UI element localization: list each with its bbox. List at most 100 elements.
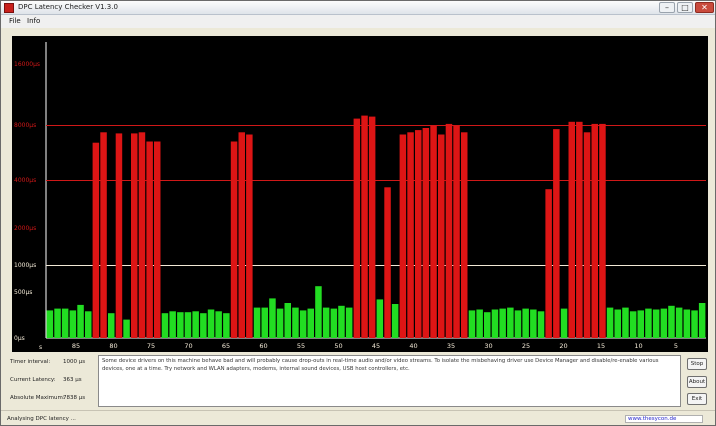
latency-bar [645, 308, 652, 338]
latency-bar-high [384, 187, 391, 338]
latency-bar [322, 307, 330, 338]
latency-chart: 16000µs 8000µs 4000µs 2000µs 1000µs 500µs 0µs 8… [12, 36, 708, 352]
menu-file[interactable]: File [9, 17, 21, 25]
latency-bar [629, 311, 637, 338]
latency-bar [315, 286, 322, 338]
latency-bar [276, 308, 284, 338]
x-tick-label: 15 [597, 342, 605, 350]
x-tick-label: 25 [522, 342, 530, 350]
menu-info[interactable]: Info [27, 17, 40, 25]
latency-bar-high [438, 134, 445, 338]
y-tick-label: 8000µs [14, 122, 36, 129]
latency-bar [184, 312, 192, 338]
latency-bar [269, 298, 276, 338]
about-button[interactable]: About [687, 376, 707, 388]
y-tick-label: 0µs [14, 335, 25, 342]
x-axis-unit-label: s [39, 344, 42, 351]
exit-button[interactable]: Exit [687, 393, 707, 405]
latency-bar-high [568, 121, 575, 338]
latency-bar [491, 309, 499, 338]
latency-bar [499, 308, 506, 338]
latency-bar [200, 313, 207, 338]
latency-bar [169, 311, 176, 338]
latency-bar [376, 299, 384, 338]
latency-bar [284, 303, 291, 338]
latency-bar [606, 307, 614, 338]
latency-bar [698, 303, 706, 338]
latency-bar [330, 308, 338, 338]
stop-button[interactable]: Stop [687, 358, 707, 370]
latency-bar-high [100, 132, 107, 338]
latency-bar-high [230, 141, 238, 338]
latency-bar [614, 309, 621, 338]
timer-interval-value: 1000 µs [63, 359, 86, 365]
latency-bar-high [422, 128, 430, 338]
latency-bar-high [599, 123, 606, 339]
minimize-button[interactable]: – [659, 2, 675, 13]
latency-bar [476, 309, 483, 338]
close-button[interactable]: ✕ [695, 2, 714, 13]
maximize-button[interactable]: □ [677, 2, 693, 13]
latency-bar-high [407, 132, 414, 338]
x-tick-label: 10 [634, 342, 642, 350]
latency-bar [54, 308, 61, 338]
latency-bar-high [131, 133, 138, 338]
website-link[interactable]: www.thesycon.de [625, 415, 703, 423]
latency-bar [108, 313, 115, 338]
latency-bar-high [415, 130, 422, 338]
latency-bar [177, 312, 184, 338]
latency-bar [507, 307, 514, 338]
latency-bar-high [146, 141, 153, 338]
x-tick-label: 85 [72, 342, 80, 350]
latency-bar [207, 309, 215, 338]
latency-bar [484, 312, 491, 338]
x-tick-label: 75 [147, 342, 155, 350]
absolute-max-label: Absolute Maximum: [10, 395, 65, 401]
latency-bar [123, 319, 130, 338]
window-title: DPC Latency Checker V1.3.0 [18, 3, 118, 11]
x-tick-label: 35 [447, 342, 455, 350]
status-text: Analysing DPC latency ... [7, 416, 76, 422]
y-tick-label: 2000µs [14, 225, 36, 232]
latency-bar [675, 307, 683, 338]
stats-panel: Timer interval: 1000 µs Current Latency:… [1, 352, 715, 410]
x-tick-label: 45 [372, 342, 380, 350]
x-tick-label: 5 [674, 342, 678, 350]
y-tick-label: 500µs [14, 289, 32, 296]
x-tick-label: 65 [222, 342, 230, 350]
latency-bar-high [399, 134, 407, 338]
title-bar[interactable]: DPC Latency Checker V1.3.0 – □ ✕ [1, 1, 715, 15]
latency-bar-high [361, 115, 368, 338]
latency-bar [622, 307, 629, 338]
latency-bar-high [583, 132, 591, 338]
latency-bar-high [154, 141, 161, 338]
latency-chart-svg: 16000µs 8000µs 4000µs 2000µs 1000µs 500µs 0µs 8… [14, 42, 706, 351]
latency-bar-high [138, 132, 146, 338]
latency-bar [253, 307, 261, 338]
x-tick-label: 55 [297, 342, 305, 350]
latency-bar-high [115, 133, 123, 338]
latency-bar-high [92, 142, 100, 338]
menu-bar: File Info [1, 15, 715, 28]
latency-bar-high [445, 123, 453, 339]
latency-bar [522, 308, 529, 338]
latency-bar-high [238, 132, 245, 338]
latency-bar [660, 308, 668, 338]
y-tick-label: 1000µs [14, 262, 36, 269]
current-latency-value: 363 µs [63, 377, 82, 383]
latency-bar [560, 308, 568, 338]
app-icon [4, 3, 14, 13]
latency-bar-high [246, 134, 253, 338]
x-tick-label: 30 [484, 342, 492, 350]
y-tick-label: 4000µs [14, 177, 36, 184]
latency-bar-high [576, 121, 583, 338]
x-tick-label: 20 [559, 342, 567, 350]
app-window: DPC Latency Checker V1.3.0 – □ ✕ File In… [0, 0, 716, 426]
latency-bar [46, 310, 54, 338]
latency-bar-high [430, 126, 437, 338]
absolute-max-value: 7838 µs [63, 395, 86, 401]
latency-bar-high [453, 126, 460, 338]
x-tick-label: 60 [259, 342, 267, 350]
latency-bar [299, 310, 307, 338]
latency-bar-high [545, 189, 552, 338]
